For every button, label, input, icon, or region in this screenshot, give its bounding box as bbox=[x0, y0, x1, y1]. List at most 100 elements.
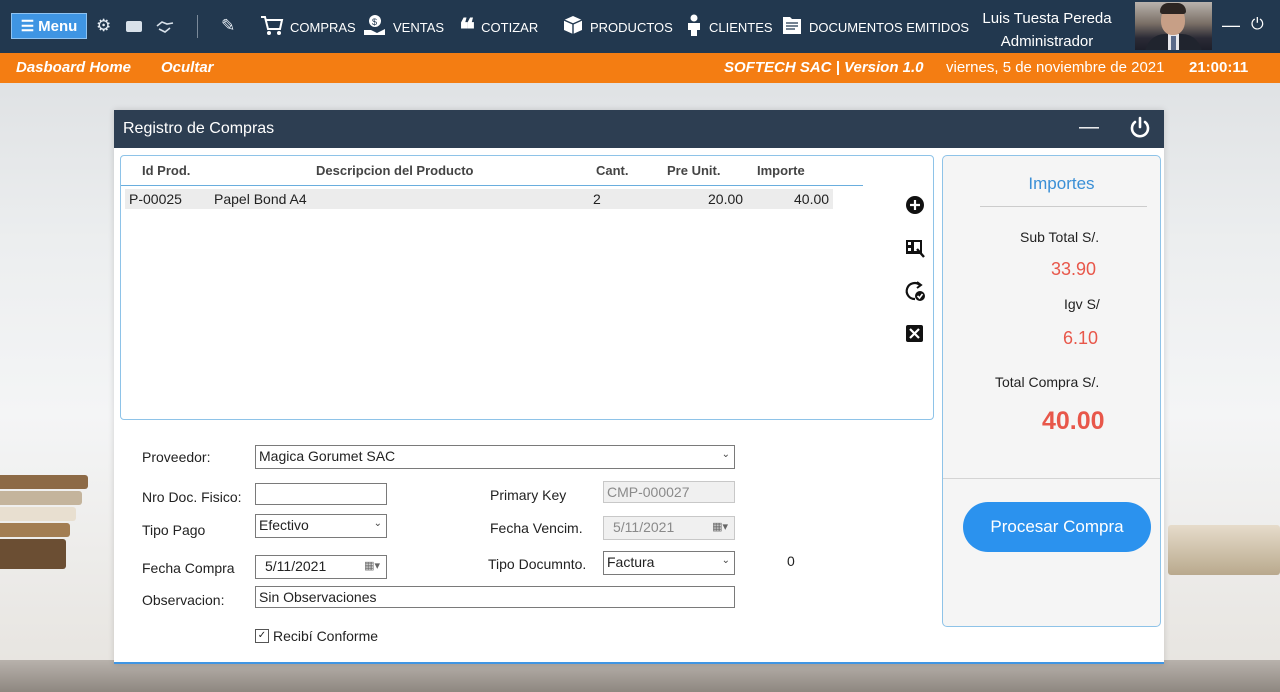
tipo-pago-select[interactable]: Efectivo ⌄ bbox=[255, 514, 387, 538]
nav-label: DOCUMENTOS EMITIDOS bbox=[809, 19, 970, 35]
nav-label: CLIENTES bbox=[709, 19, 773, 35]
nav-label: COTIZAR bbox=[481, 19, 539, 35]
importes-divider bbox=[980, 206, 1147, 207]
col-header-importe[interactable]: Importe bbox=[757, 163, 805, 178]
calendar-icon[interactable]: ▦▾ bbox=[364, 559, 380, 572]
power-icon[interactable]: ⏻ bbox=[1251, 16, 1264, 34]
igv-value: 6.10 bbox=[1063, 328, 1099, 348]
nav-label: COMPRAS bbox=[290, 19, 356, 35]
cell-preunit: 20.00 bbox=[708, 191, 744, 207]
primary-key-label: Primary Key bbox=[490, 487, 567, 503]
tipo-pago-label: Tipo Pago bbox=[142, 522, 206, 538]
current-date: viernes, 5 de noviembre de 2021 bbox=[946, 59, 1165, 76]
nav-compras[interactable]: COMPRAS bbox=[260, 15, 356, 38]
nav-label: PRODUCTOS bbox=[590, 19, 673, 35]
separator bbox=[197, 15, 198, 38]
company-version: SOFTECH SAC | Version 1.0 bbox=[724, 59, 924, 76]
fecha-venc-label: Fecha Vencim. bbox=[490, 520, 583, 536]
primary-key-field: CMP-000027 bbox=[603, 481, 735, 503]
nav-clientes[interactable]: CLIENTES bbox=[685, 14, 773, 41]
importes-panel: Importes Sub Total S/. 33.90 Igv S/ 6.10… bbox=[942, 155, 1161, 627]
counter-value: 0 bbox=[787, 553, 795, 569]
recibi-conforme-checkbox[interactable]: ✓ bbox=[255, 629, 269, 643]
igv-label: Igv S/ bbox=[1064, 296, 1100, 312]
col-header-preunit[interactable]: Pre Unit. bbox=[667, 163, 720, 178]
background-books bbox=[0, 470, 90, 580]
hide-link[interactable]: Ocultar bbox=[161, 59, 214, 76]
fecha-venc-picker: 5/11/2021 ▦▾ bbox=[603, 516, 735, 540]
chevron-down-icon: ⌄ bbox=[373, 518, 382, 529]
background-floor bbox=[0, 660, 1280, 692]
menu-label: Menu bbox=[38, 17, 78, 35]
process-purchase-button[interactable]: Procesar Compra bbox=[963, 502, 1151, 552]
cell-desc: Papel Bond A4 bbox=[214, 191, 307, 207]
select-product-icon[interactable] bbox=[904, 237, 926, 259]
tipo-doc-label: Tipo Documnto. bbox=[488, 556, 587, 572]
menu-button[interactable]: ☰ Menu bbox=[11, 13, 87, 39]
chevron-down-icon: ⌄ bbox=[721, 449, 730, 460]
people-icon bbox=[685, 14, 703, 41]
cell-cant: 2 bbox=[593, 191, 601, 207]
svg-text:$: $ bbox=[372, 17, 377, 27]
col-header-cant[interactable]: Cant. bbox=[596, 163, 629, 178]
nro-doc-label: Nro Doc. Fisico: bbox=[142, 489, 242, 505]
cell-importe: 40.00 bbox=[794, 191, 830, 207]
user-role: Administrador bbox=[1000, 33, 1094, 50]
observacion-input[interactable]: Sin Observaciones bbox=[255, 586, 735, 608]
nav-label: VENTAS bbox=[393, 19, 445, 35]
proveedor-select[interactable]: Magica Gorumet SAC ⌄ bbox=[255, 445, 735, 469]
chat-icon[interactable] bbox=[126, 19, 142, 37]
form-header: Registro de Compras — bbox=[114, 110, 1164, 148]
form-title: Registro de Compras bbox=[123, 120, 275, 137]
money-hand-icon: $ bbox=[363, 14, 387, 41]
user-name: Luis Tuesta Pereda bbox=[982, 10, 1112, 27]
proveedor-label: Proveedor: bbox=[142, 449, 211, 465]
fecha-compra-picker[interactable]: 5/11/2021 ▦▾ bbox=[255, 555, 387, 579]
header-divider bbox=[121, 185, 863, 186]
total-label: Total Compra S/. bbox=[995, 374, 1100, 390]
chevron-down-icon: ⌄ bbox=[721, 555, 730, 566]
products-grid[interactable]: Id Prod. Descripcion del Producto Cant. … bbox=[120, 155, 934, 420]
top-navbar: ☰ Menu ⚙ ✎ COMPRAS $ VENTAS ❝ COTIZAR PR… bbox=[0, 0, 1280, 53]
importes-title: Importes bbox=[1028, 174, 1095, 193]
hamburger-icon: ☰ bbox=[20, 18, 35, 35]
subtotal-label: Sub Total S/. bbox=[1020, 229, 1100, 245]
add-item-icon[interactable] bbox=[904, 194, 926, 216]
quote-icon: ❝ bbox=[459, 14, 476, 47]
proveedor-value: Magica Gorumet SAC bbox=[259, 448, 396, 464]
boxes-icon bbox=[562, 15, 584, 40]
nav-documentos[interactable]: DOCUMENTOS EMITIDOS bbox=[781, 16, 969, 38]
col-header-desc[interactable]: Descripcion del Producto bbox=[316, 163, 473, 178]
gear-icon[interactable]: ⚙ bbox=[96, 17, 111, 35]
fecha-compra-value: 5/11/2021 bbox=[265, 558, 327, 574]
dashboard-home-link[interactable]: Dasboard Home bbox=[16, 59, 131, 76]
total-value: 40.00 bbox=[1042, 407, 1105, 435]
purchase-form-window: Registro de Compras — Id Prod. Descripci… bbox=[114, 110, 1164, 664]
avatar bbox=[1135, 2, 1212, 50]
table-row[interactable]: P-00025 Papel Bond A4 2 20.00 40.00 bbox=[125, 189, 833, 209]
form-close-power-icon[interactable] bbox=[1128, 116, 1152, 140]
nav-productos[interactable]: PRODUCTOS bbox=[562, 15, 673, 40]
nro-doc-input[interactable] bbox=[255, 483, 387, 505]
status-bar: Dasboard Home Ocultar SOFTECH SAC | Vers… bbox=[0, 53, 1280, 83]
background-plant bbox=[1168, 505, 1280, 590]
refresh-check-icon[interactable] bbox=[904, 280, 926, 302]
nav-ventas[interactable]: $ VENTAS bbox=[363, 14, 445, 41]
minimize-icon[interactable]: — bbox=[1222, 15, 1240, 36]
col-header-id[interactable]: Id Prod. bbox=[142, 163, 190, 178]
importes-divider-bottom bbox=[943, 478, 1160, 479]
user-info: Luis Tuesta Pereda Administrador bbox=[976, 7, 1118, 53]
documents-icon bbox=[781, 14, 803, 41]
form-minimize-icon[interactable]: — bbox=[1079, 116, 1099, 139]
observacion-label: Observacion: bbox=[142, 592, 225, 608]
current-time: 21:00:11 bbox=[1189, 59, 1249, 76]
cell-id: P-00025 bbox=[129, 191, 182, 207]
nav-cotizar[interactable]: ❝ COTIZAR bbox=[459, 16, 539, 46]
feather-icon[interactable]: ✎ bbox=[221, 17, 235, 35]
delete-item-icon[interactable] bbox=[904, 323, 926, 345]
subtotal-value: 33.90 bbox=[1051, 259, 1097, 279]
tipo-pago-value: Efectivo bbox=[259, 517, 309, 533]
tipo-doc-select[interactable]: Factura ⌄ bbox=[603, 551, 735, 575]
handshake-icon[interactable] bbox=[156, 19, 174, 37]
recibi-conforme-label[interactable]: Recibí Conforme bbox=[273, 628, 378, 644]
